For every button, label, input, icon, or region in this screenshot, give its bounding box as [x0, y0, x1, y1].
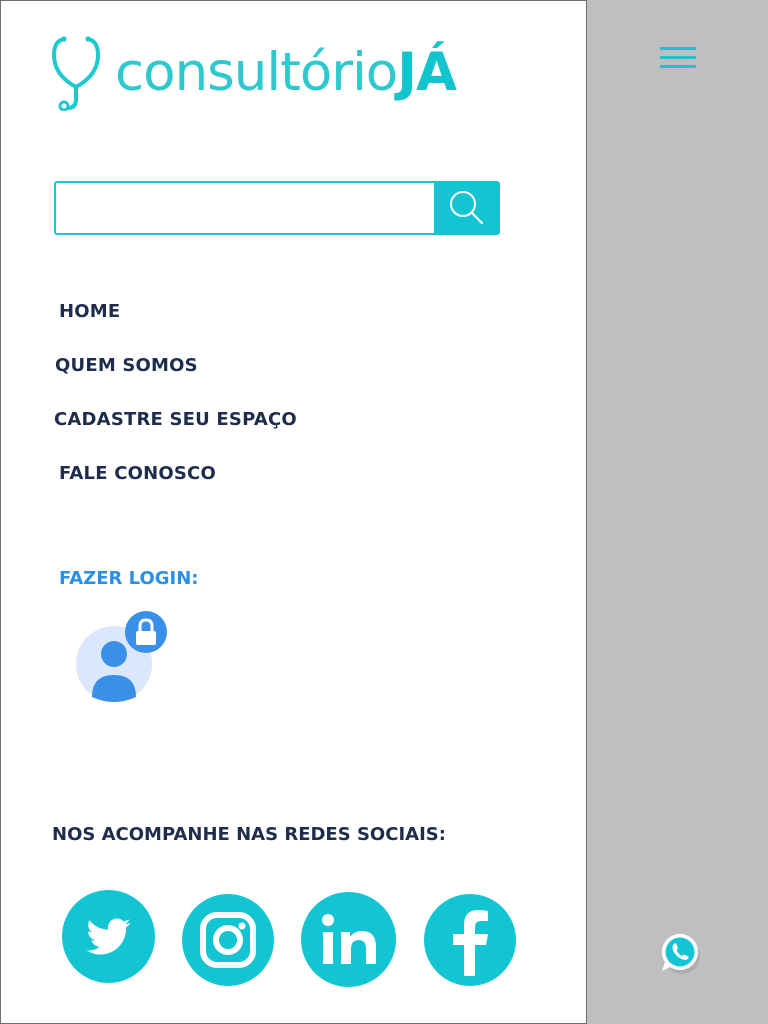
instagram-link[interactable] [182, 894, 274, 986]
social-label: NOS ACOMPANHE NAS REDES SOCIAIS: [52, 824, 446, 845]
linkedin-link[interactable] [301, 892, 396, 987]
user-lock-icon [76, 611, 167, 702]
facebook-link[interactable] [424, 894, 516, 986]
logo-text-light: consultório [115, 42, 398, 103]
nav-home[interactable]: HOME [59, 301, 120, 322]
login-button[interactable] [75, 611, 169, 707]
whatsapp-icon [661, 934, 700, 974]
nav-quem-somos[interactable]: QUEM SOMOS [55, 355, 198, 376]
nav-fale-conosco[interactable]: FALE CONOSCO [59, 463, 216, 484]
brand-logo[interactable]: consultórioJÁ [51, 35, 491, 111]
twitter-link[interactable] [62, 890, 155, 983]
login-label: FAZER LOGIN: [59, 568, 199, 589]
search-button[interactable] [434, 181, 500, 235]
facebook-icon [453, 910, 488, 976]
search-bar [54, 181, 500, 235]
instagram-icon [200, 912, 256, 968]
hamburger-menu-button[interactable] [660, 47, 696, 75]
nav-cadastre-seu-espaco[interactable]: CADASTRE SEU ESPAÇO [54, 409, 297, 430]
hamburger-menu-icon [660, 47, 696, 50]
search-icon [450, 191, 484, 224]
whatsapp-button[interactable] [660, 932, 702, 980]
logo-text: consultórioJÁ [115, 35, 457, 111]
search-input[interactable] [54, 181, 435, 235]
stethoscope-icon [51, 36, 101, 111]
twitter-icon [86, 918, 131, 955]
logo-text-bold: JÁ [397, 42, 457, 103]
navigation-drawer: consultórioJÁ HOME QUEM SOMOS CADASTRE S… [0, 0, 587, 1024]
linkedin-icon [322, 914, 376, 964]
